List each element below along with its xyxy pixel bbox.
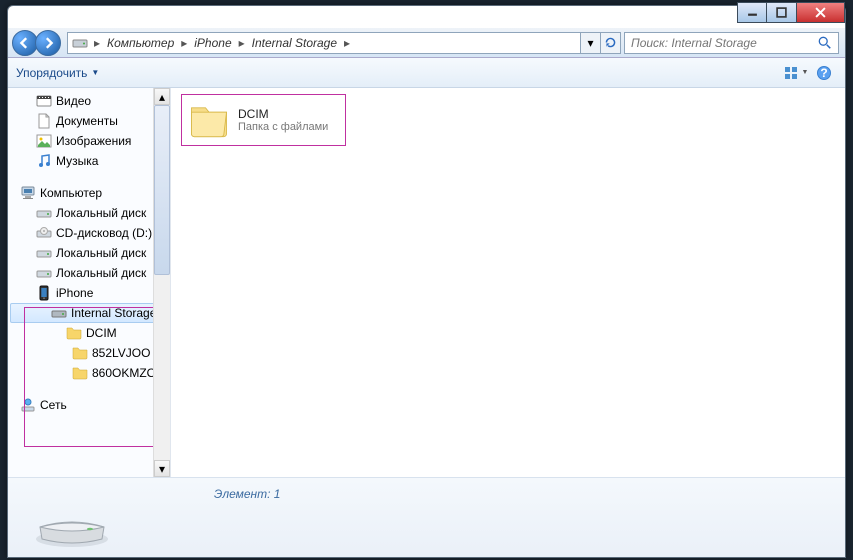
svg-text:?: ?: [820, 66, 827, 80]
sidebar-item-dcim-sub[interactable]: 852LVJOO: [10, 343, 170, 363]
sidebar-item-label: CD-дисковод (D:): [56, 226, 152, 240]
sidebar-item-label: iPhone: [56, 286, 93, 300]
chevron-right-icon[interactable]: ▸: [341, 36, 353, 50]
chevron-right-icon[interactable]: ▸: [178, 36, 190, 50]
refresh-button[interactable]: [600, 33, 620, 53]
sidebar-item-video[interactable]: Видео: [10, 91, 170, 111]
chevron-down-icon: ▼: [802, 69, 809, 76]
chevron-right-icon[interactable]: ▸: [236, 36, 248, 50]
sidebar-item-local-disk[interactable]: Локальный диск: [10, 263, 170, 283]
folder-icon: [72, 365, 88, 381]
scroll-up-button[interactable]: ▴: [154, 88, 170, 105]
navigation-pane: Видео Документы Изображения Музыка: [8, 88, 171, 477]
network-icon: [20, 397, 36, 413]
sidebar-item-label: Локальный диск: [56, 266, 146, 280]
search-icon: [818, 36, 832, 50]
sidebar-item-label: Сеть: [40, 398, 67, 412]
drive-icon: [51, 305, 67, 321]
search-box[interactable]: [624, 32, 839, 54]
drive-icon: [36, 205, 52, 221]
video-icon: [36, 93, 52, 109]
sidebar-item-iphone[interactable]: iPhone: [10, 283, 170, 303]
drive-icon: [36, 245, 52, 261]
sidebar-item-documents[interactable]: Документы: [10, 111, 170, 131]
sidebar-item-label: Изображения: [56, 134, 131, 148]
address-bar[interactable]: ▸ Компьютер ▸ iPhone ▸ Internal Storage …: [67, 32, 621, 54]
phone-icon: [36, 285, 52, 301]
sidebar-item-label: 860OKMZO: [92, 366, 156, 380]
close-button[interactable]: [797, 2, 845, 23]
document-icon: [36, 113, 52, 129]
sidebar-item-local-disk[interactable]: Локальный диск: [10, 203, 170, 223]
sidebar-item-label: Документы: [56, 114, 118, 128]
sidebar-item-label: Локальный диск: [56, 246, 146, 260]
folder-item-dcim[interactable]: DCIM Папка с файлами: [181, 94, 346, 146]
organize-button[interactable]: Упорядочить ▼: [16, 66, 99, 80]
folder-name: DCIM: [238, 107, 328, 121]
sidebar-item-computer[interactable]: Компьютер: [10, 183, 170, 203]
sidebar-item-cd-drive[interactable]: CD-дисковод (D:): [10, 223, 170, 243]
cd-drive-icon: [36, 225, 52, 241]
view-options-button[interactable]: ▼: [783, 62, 809, 84]
scroll-thumb[interactable]: [154, 105, 170, 275]
sidebar-item-label: 852LVJOO: [92, 346, 150, 360]
sidebar-item-label: DCIM: [86, 326, 117, 340]
music-icon: [36, 153, 52, 169]
breadcrumb-item[interactable]: Компьютер: [103, 36, 178, 50]
forward-button[interactable]: [35, 30, 61, 56]
explorer-body: Видео Документы Изображения Музыка: [8, 88, 845, 477]
sidebar-item-music[interactable]: Музыка: [10, 151, 170, 171]
navbar: ▸ Компьютер ▸ iPhone ▸ Internal Storage …: [8, 28, 845, 58]
sidebar-item-network[interactable]: Сеть: [10, 395, 170, 415]
chevron-down-icon: ▼: [91, 68, 99, 77]
sidebar-scrollbar[interactable]: ▴ ▾: [153, 88, 170, 477]
breadcrumb-item[interactable]: Internal Storage: [248, 36, 341, 50]
sidebar-item-images[interactable]: Изображения: [10, 131, 170, 151]
breadcrumb-item[interactable]: iPhone: [190, 36, 235, 50]
explorer-window: ▸ Компьютер ▸ iPhone ▸ Internal Storage …: [7, 5, 846, 558]
sidebar-item-dcim-sub[interactable]: 860OKMZO: [10, 363, 170, 383]
folder-icon: [66, 325, 82, 341]
sidebar-item-dcim[interactable]: DCIM: [10, 323, 170, 343]
status-text: Элемент: 1: [214, 487, 280, 501]
sidebar-item-internal-storage[interactable]: Internal Storage: [10, 303, 170, 323]
content-pane[interactable]: DCIM Папка с файлами: [171, 88, 845, 477]
folder-icon: [72, 345, 88, 361]
drive-icon: [36, 265, 52, 281]
sidebar-item-label: Видео: [56, 94, 91, 108]
sidebar-item-label: Локальный диск: [56, 206, 146, 220]
scroll-down-button[interactable]: ▾: [154, 460, 170, 477]
computer-icon: [20, 185, 36, 201]
address-dropdown-button[interactable]: ▾: [580, 33, 600, 53]
maximize-button[interactable]: [767, 2, 797, 23]
search-input[interactable]: [631, 36, 818, 50]
folder-icon: [188, 99, 230, 141]
organize-label: Упорядочить: [16, 66, 87, 80]
details-pane: Элемент: 1: [8, 477, 845, 557]
drive-icon: [72, 35, 88, 51]
help-button[interactable]: ?: [811, 62, 837, 84]
sidebar-item-local-disk[interactable]: Локальный диск: [10, 243, 170, 263]
sidebar-item-label: Компьютер: [40, 186, 102, 200]
drive-large-icon: [32, 499, 112, 549]
image-icon: [36, 133, 52, 149]
folder-subtitle: Папка с файлами: [238, 121, 328, 133]
sidebar-item-label: Музыка: [56, 154, 98, 168]
chevron-right-icon[interactable]: ▸: [91, 36, 103, 50]
minimize-button[interactable]: [737, 2, 767, 23]
titlebar: [8, 6, 845, 28]
toolbar: Упорядочить ▼ ▼ ?: [8, 58, 845, 88]
sidebar-item-label: Internal Storage: [71, 306, 156, 320]
window-controls: [737, 2, 845, 23]
